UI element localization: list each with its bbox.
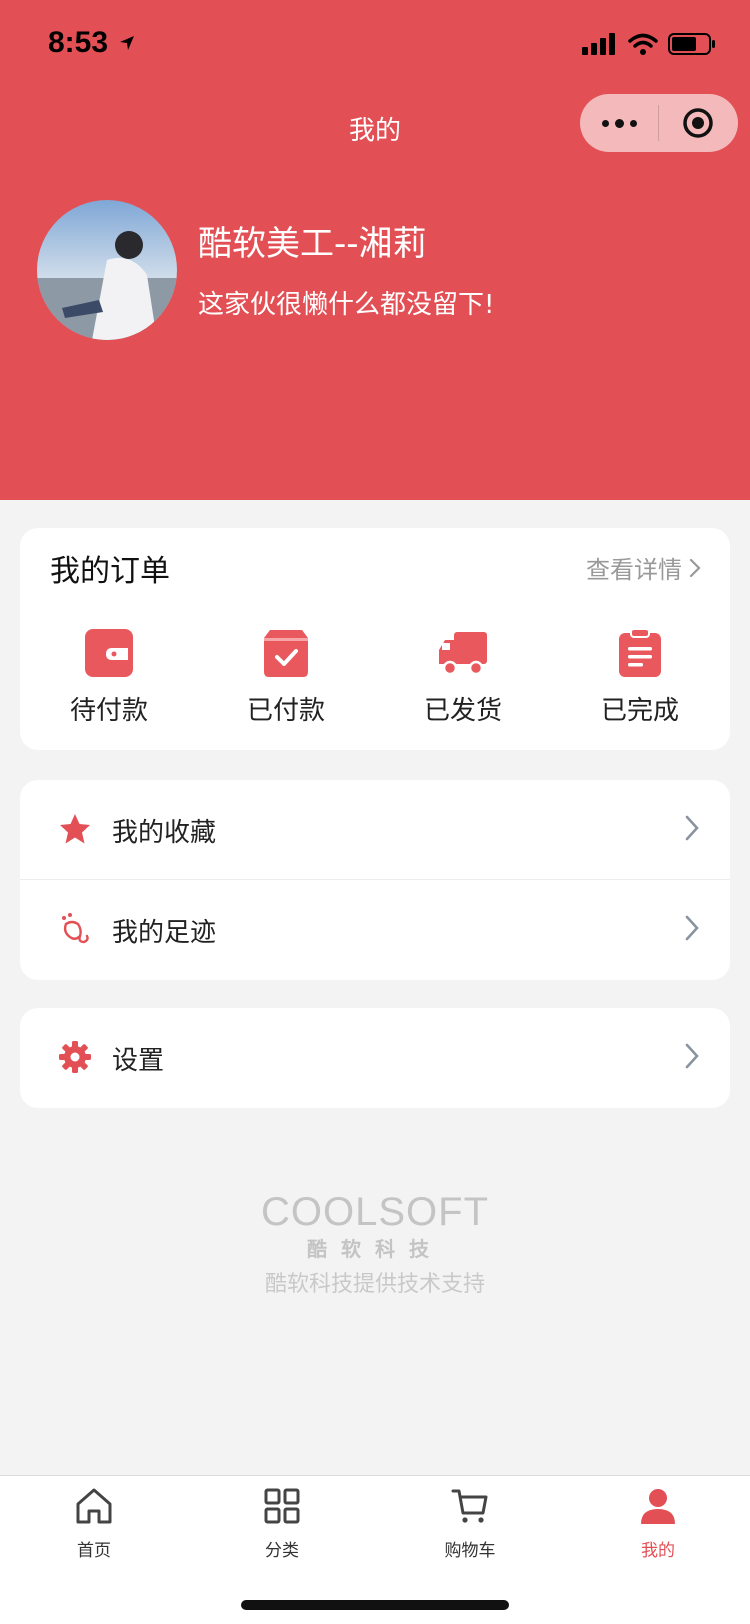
user-name: 酷软美工--湘莉 xyxy=(198,224,427,264)
order-shipped[interactable]: 已发货 xyxy=(374,628,552,727)
orders-title: 我的订单 xyxy=(50,554,170,589)
close-miniprogram-button[interactable] xyxy=(659,106,737,140)
menu-item-label: 设置 xyxy=(112,1046,165,1076)
order-item-label: 已完成 xyxy=(600,696,679,726)
brand-logo: COOLSOFT xyxy=(260,1190,490,1234)
avatar[interactable] xyxy=(37,200,177,340)
chevron-right-icon xyxy=(685,1043,699,1069)
brand-note: 酷软科技提供技术支持 xyxy=(264,1272,485,1297)
tab-category[interactable]: 分类 xyxy=(188,1486,376,1561)
miniprogram-capsule xyxy=(580,94,738,152)
cart-icon xyxy=(451,1489,488,1523)
tab-label: 首页 xyxy=(77,1541,111,1561)
order-completed[interactable]: 已完成 xyxy=(551,628,729,727)
menu-item-footprints[interactable]: 我的足迹 xyxy=(20,880,730,980)
home-indicator xyxy=(241,1600,509,1610)
menu-card: 我的收藏 我的足迹 xyxy=(20,780,730,980)
location-arrow-icon xyxy=(120,36,134,50)
avatar-photo xyxy=(37,200,177,340)
wallet-icon xyxy=(85,629,133,677)
battery-icon xyxy=(668,33,715,55)
orders-card: 我的订单 查看详情 待付款 已付款 已发货 已完成 xyxy=(20,528,730,750)
tab-label: 购物车 xyxy=(444,1541,496,1561)
order-paid[interactable]: 已付款 xyxy=(197,628,375,727)
dot xyxy=(601,119,609,127)
tab-home[interactable]: 首页 xyxy=(0,1486,188,1561)
wifi-icon xyxy=(628,33,658,55)
brand-footer: COOLSOFT 酷软科技 酷软科技提供技术支持 xyxy=(0,1190,750,1298)
grid-icon xyxy=(264,1488,300,1524)
menu-item-settings[interactable]: 设置 xyxy=(20,1008,730,1108)
chevron-right-icon xyxy=(689,558,701,577)
order-item-label: 已付款 xyxy=(246,696,325,726)
signal-icon xyxy=(582,33,615,55)
home-icon xyxy=(76,1488,112,1524)
status-icons xyxy=(582,32,716,56)
menu-item-favorites[interactable]: 我的收藏 xyxy=(20,780,730,880)
view-details-link[interactable]: 查看详情 xyxy=(586,550,702,585)
profile-header: 8:53 我的 酷软美工--湘莉 这家伙很懒什么都没留下! xyxy=(0,0,750,500)
order-item-label: 待付款 xyxy=(69,696,148,726)
menu-item-label: 我的足迹 xyxy=(112,918,217,948)
star-icon xyxy=(60,814,90,844)
user-icon xyxy=(641,1489,675,1524)
truck-icon xyxy=(439,632,487,676)
tab-label: 我的 xyxy=(641,1541,675,1561)
chevron-right-icon xyxy=(685,915,699,941)
order-item-label: 已发货 xyxy=(423,696,502,726)
tab-cart[interactable]: 购物车 xyxy=(376,1486,564,1561)
tab-label: 分类 xyxy=(265,1541,299,1561)
view-details-label: 查看详情 xyxy=(586,556,682,584)
gear-icon xyxy=(59,1041,91,1073)
dot xyxy=(629,119,637,127)
status-time: 8:53 xyxy=(48,26,109,59)
box-check-icon xyxy=(264,630,308,677)
footprint-icon xyxy=(62,913,89,944)
order-pending-payment[interactable]: 待付款 xyxy=(20,628,198,727)
brand-subtitle: 酷软科技 xyxy=(307,1237,443,1261)
dot xyxy=(614,118,624,128)
target-icon xyxy=(683,108,713,138)
settings-card: 设置 xyxy=(20,1008,730,1108)
status-bar: 8:53 xyxy=(0,0,750,90)
more-menu-button[interactable] xyxy=(580,118,658,128)
clipboard-icon xyxy=(619,628,661,677)
tab-mine[interactable]: 我的 xyxy=(564,1486,750,1561)
chevron-right-icon xyxy=(685,815,699,841)
menu-item-label: 我的收藏 xyxy=(112,818,217,848)
user-bio: 这家伙很懒什么都没留下! xyxy=(198,290,495,320)
